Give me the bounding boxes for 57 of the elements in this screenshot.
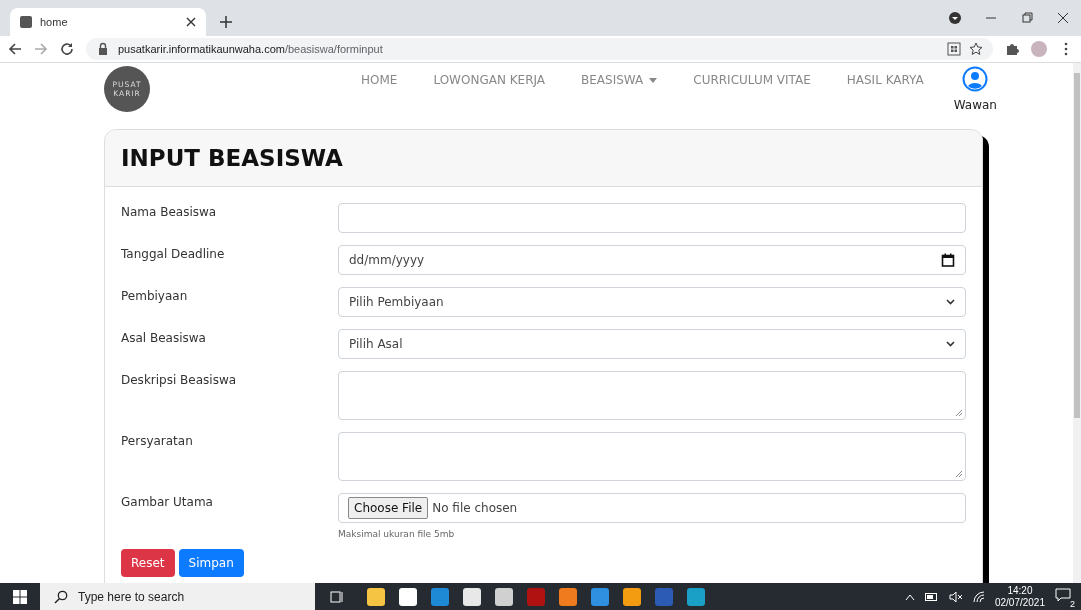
card-title: INPUT BEASISWA xyxy=(105,130,982,187)
reset-button[interactable]: Reset xyxy=(121,549,175,577)
nav-dropdown[interactable]: BEASISWA xyxy=(581,73,658,87)
select-field[interactable]: Pilih Asal xyxy=(338,329,966,359)
url-text: pusatkarir.informatikaunwaha.com/beasiswa/forminput xyxy=(118,43,383,55)
text-field[interactable] xyxy=(338,203,966,233)
scrollbar[interactable] xyxy=(1073,63,1081,583)
chevron-down-icon xyxy=(946,299,955,305)
field-label: Persyaratan xyxy=(121,433,194,450)
choose-file-button[interactable]: Choose File xyxy=(348,497,429,519)
close-icon[interactable] xyxy=(186,17,196,27)
muted-speaker-icon[interactable] xyxy=(948,590,963,603)
field-label: Gambar Utama xyxy=(121,494,214,511)
taskbar-search-field[interactable]: Type here to search xyxy=(40,583,315,610)
chevron-down-icon xyxy=(946,341,955,347)
help-text: Maksimal ukuran file 5mb xyxy=(338,529,456,539)
browser-tab[interactable]: home xyxy=(10,8,206,36)
select-field[interactable]: Pilih Pembiyaan xyxy=(338,287,966,317)
clock-date[interactable]: 02/07/2021 xyxy=(994,596,1045,609)
textarea-field[interactable] xyxy=(338,432,966,481)
qr-code-icon[interactable] xyxy=(947,42,961,56)
search-icon xyxy=(54,589,68,604)
user-icon[interactable] xyxy=(962,66,989,92)
field-label: Pembiyaan xyxy=(121,288,189,305)
clock-time[interactable]: 14:20 xyxy=(1007,584,1033,597)
user-name[interactable]: Wawan xyxy=(953,98,997,112)
nav-link[interactable]: HOME xyxy=(361,73,398,87)
windows-logo-icon[interactable] xyxy=(13,589,27,604)
notification-count: 2 xyxy=(1068,598,1077,609)
task-view-icon[interactable] xyxy=(329,588,345,605)
new-tab-icon[interactable] xyxy=(220,16,232,28)
nav-link[interactable]: HASIL KARYA xyxy=(846,73,924,87)
calendar-icon[interactable] xyxy=(941,253,955,267)
notification-icon[interactable] xyxy=(1055,587,1071,602)
field-label: Deskripsi Beasiswa xyxy=(121,372,238,389)
favicon-icon xyxy=(20,16,32,28)
chevron-up-icon[interactable] xyxy=(904,592,915,601)
lock-icon xyxy=(96,42,110,56)
resize-grip-icon[interactable] xyxy=(955,470,963,478)
puzzle-icon[interactable] xyxy=(1005,42,1019,56)
field-label: Asal Beasiswa xyxy=(121,330,207,347)
wifi-icon[interactable] xyxy=(972,590,985,603)
field-label: Tanggal Deadline xyxy=(121,246,226,263)
resize-grip-icon[interactable] xyxy=(955,409,963,417)
back-arrow-icon[interactable] xyxy=(8,42,22,56)
field-label: Nama Beasiswa xyxy=(121,204,218,221)
address-bar[interactable]: pusatkarir.informatikaunwaha.com/beasiswa/forminput xyxy=(86,38,993,60)
battery-icon[interactable] xyxy=(924,592,939,601)
textarea-field[interactable] xyxy=(338,371,966,420)
reload-icon[interactable] xyxy=(60,42,74,56)
submit-button[interactable]: Simpan xyxy=(178,549,244,577)
nav-link[interactable]: LOWONGAN KERJA xyxy=(433,73,546,87)
caret-icon[interactable] xyxy=(649,77,658,83)
file-field[interactable]: Choose File No file chosen xyxy=(338,493,966,523)
date-field[interactable]: dd/mm/yyyy xyxy=(338,245,966,275)
nav-link[interactable]: CURRICULUM VITAE xyxy=(693,73,811,87)
star-icon[interactable] xyxy=(969,42,983,56)
